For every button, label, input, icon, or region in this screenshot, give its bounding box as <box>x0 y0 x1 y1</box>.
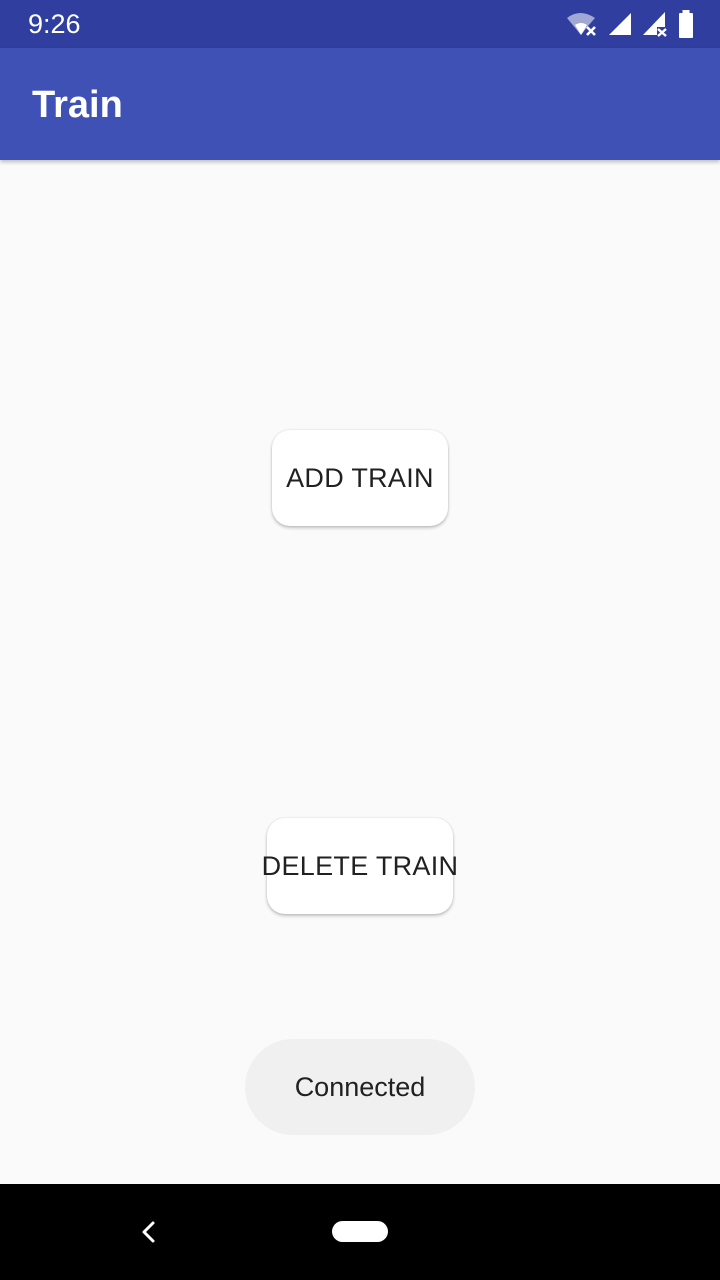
status-icons <box>566 10 694 38</box>
add-train-button[interactable]: ADD TRAIN <box>272 430 448 526</box>
status-time: 9:26 <box>28 9 81 39</box>
home-pill-icon[interactable] <box>332 1221 388 1242</box>
back-icon[interactable] <box>136 1218 162 1246</box>
navigation-bar <box>0 1184 720 1280</box>
cell-signal-no-data-icon <box>642 11 668 37</box>
status-bar: 9:26 <box>0 0 720 48</box>
wifi-off-icon <box>566 11 598 37</box>
toast-message: Connected <box>245 1039 475 1135</box>
page-title: Train <box>32 84 123 126</box>
delete-train-button[interactable]: DELETE TRAIN <box>262 818 458 914</box>
app-bar: Train <box>0 48 720 160</box>
battery-icon <box>678 10 694 38</box>
cell-signal-icon <box>608 12 632 36</box>
